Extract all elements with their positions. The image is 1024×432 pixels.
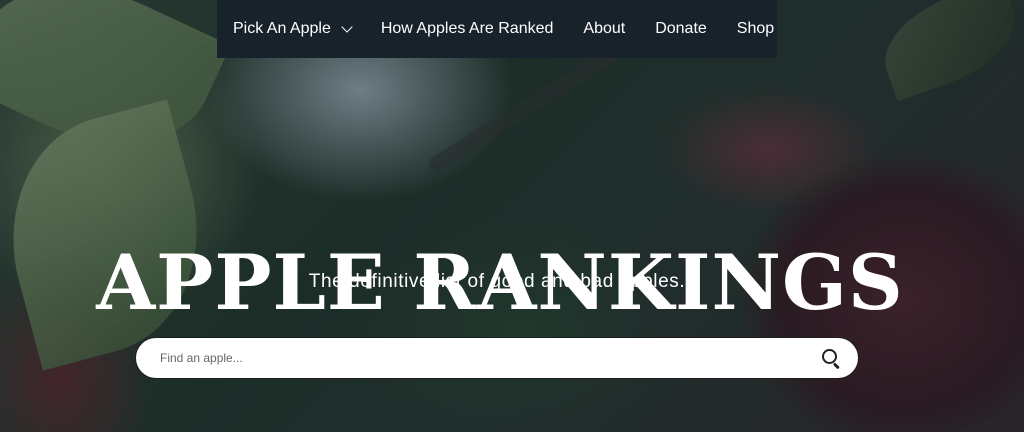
chevron-down-icon <box>341 21 353 33</box>
search-icon[interactable] <box>816 343 846 373</box>
nav-item-label: Pick An Apple <box>233 20 331 37</box>
nav-item-label: How Apples Are Ranked <box>380 20 554 37</box>
nav-item-label: Donate <box>655 20 707 37</box>
page-subtitle: The definitive list of good and bad appl… <box>308 271 686 292</box>
nav-item-shop[interactable]: Shop <box>722 20 789 38</box>
nav-item-donate[interactable]: Donate <box>640 20 722 38</box>
main-nav: Pick An Apple How Apples Are Ranked Abou… <box>217 0 777 58</box>
search-icon-handle <box>833 362 840 370</box>
nav-item-label: About <box>583 20 626 37</box>
search-input[interactable] <box>158 350 816 366</box>
nav-item-about[interactable]: About <box>568 20 640 38</box>
nav-item-how-apples-are-ranked[interactable]: How Apples Are Ranked <box>366 20 569 38</box>
nav-item-label: Shop <box>736 20 775 37</box>
nav-item-pick-an-apple[interactable]: Pick An Apple <box>217 20 366 38</box>
search-bar <box>135 337 859 379</box>
